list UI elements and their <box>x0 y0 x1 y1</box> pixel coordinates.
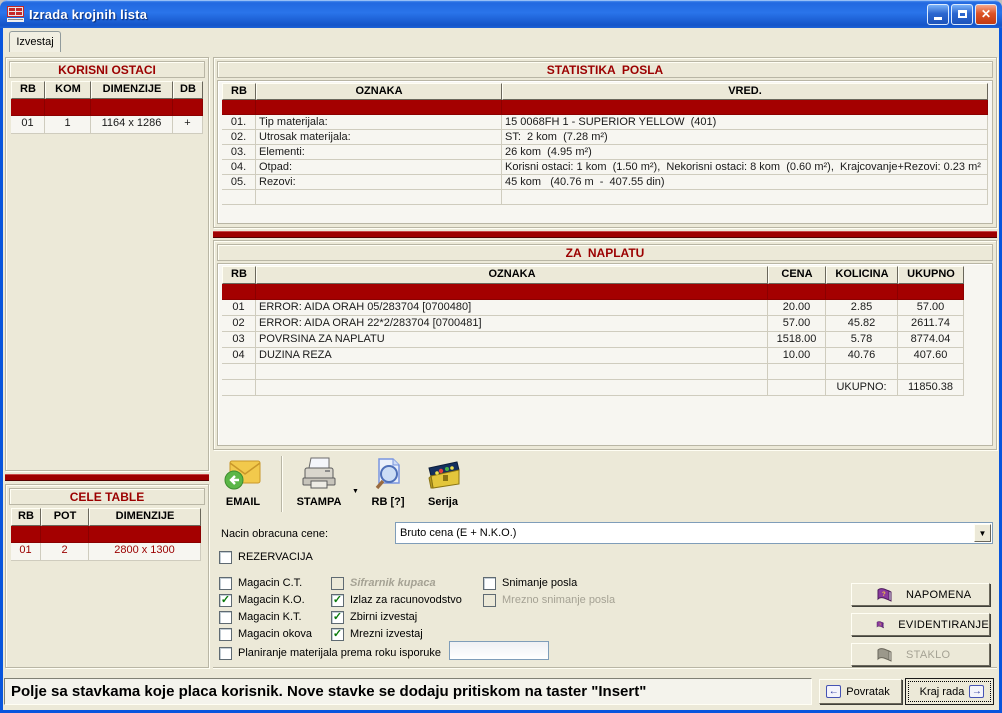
kraj-rada-button[interactable]: Kraj rada <box>905 678 994 705</box>
col-header: POT <box>41 508 89 526</box>
email-button[interactable]: EMAIL <box>217 454 269 514</box>
book-icon: ? <box>876 617 884 632</box>
col-header: KOM <box>45 81 91 99</box>
checkbox-magacin-ko[interactable]: Magacin K.O. <box>219 593 305 607</box>
document-search-icon <box>369 454 407 494</box>
toolbar-separator <box>281 456 283 512</box>
korisni-ostaci-table: RB KOM DIMENZIJE DB 01 1 1164 x 1286 + <box>11 81 203 134</box>
checkbox-mrezno-snimanje-posla[interactable]: Mrezno snimanje posla <box>483 593 615 607</box>
col-header: RB <box>11 81 45 99</box>
separator-bar <box>213 231 997 238</box>
svg-text:?: ? <box>879 622 881 626</box>
checkbox-icon[interactable] <box>331 611 344 624</box>
col-header: RB <box>11 508 41 526</box>
planiranje-date-input[interactable] <box>449 641 549 660</box>
evidentiranje-button[interactable]: ? EVIDENTIRANJE <box>851 613 990 636</box>
chevron-down-icon[interactable] <box>974 524 991 542</box>
book-icon: ? <box>876 587 892 602</box>
total-label: UKUPNO: <box>826 380 898 396</box>
divider <box>213 667 997 669</box>
panel-title: STATISTIKA POSLA <box>217 61 993 78</box>
minimize-icon <box>934 17 942 20</box>
book-icon <box>876 647 892 662</box>
tab-label: Izvestaj <box>16 36 53 48</box>
cele-table-table: RB POT DIMENZIJE 01 2 2800 x 1300 <box>11 508 201 561</box>
povratak-button[interactable]: Povratak <box>819 679 902 704</box>
col-header: RB <box>222 83 256 100</box>
checkbox-icon[interactable] <box>483 594 496 607</box>
col-header: OZNAKA <box>256 266 768 284</box>
tab-izvestaj[interactable]: Izvestaj <box>9 31 61 52</box>
checkbox-magacin-okova[interactable]: Magacin okova <box>219 627 312 641</box>
panel-za-naplatu: ZA NAPLATU RB OZNAKA CENA KOLICINA UKUPN… <box>213 240 997 450</box>
col-header: DIMENZIJE <box>91 81 173 99</box>
col-header: UKUPNO <box>898 266 964 284</box>
pricing-value: Bruto cena (E + N.K.O.) <box>396 527 973 539</box>
col-header: OZNAKA <box>256 83 502 100</box>
stampa-dropdown-arrow-icon[interactable] <box>352 480 359 498</box>
col-header: DIMENZIJE <box>89 508 201 526</box>
app-window: Izrada krojnih lista Izvestaj KORISNI OS… <box>0 0 1002 713</box>
col-header: RB <box>222 266 256 284</box>
col-header: DB <box>173 81 203 99</box>
checkbox-icon[interactable] <box>483 577 496 590</box>
checkbox-icon[interactable] <box>219 551 232 564</box>
checkbox-izlaz-za-racunovodstvo[interactable]: Izlaz za racunovodstvo <box>331 593 462 607</box>
status-bar: Polje sa stavkama koje placa korisnik. N… <box>4 678 812 705</box>
col-header: CENA <box>768 266 826 284</box>
checkbox-planiranje-materijala[interactable]: Planiranje materijala prema roku isporuk… <box>219 646 441 660</box>
checkbox-icon[interactable] <box>219 628 232 641</box>
rb-button[interactable]: RB [?] <box>363 454 413 514</box>
checkbox-rezervacija[interactable]: REZERVACIJA <box>219 550 313 564</box>
svg-text:?: ? <box>882 592 886 598</box>
za-naplatu-table: RB OZNAKA CENA KOLICINA UKUPNO 01 ERROR:… <box>222 266 964 396</box>
checkbox-icon[interactable] <box>219 647 232 660</box>
checkbox-icon[interactable] <box>331 577 344 590</box>
panel-statistika-posla: STATISTIKA POSLA RB OZNAKA VRED. 01. Tip… <box>213 57 997 228</box>
checkbox-mrezni-izvestaj[interactable]: Mrezni izvestaj <box>331 627 423 641</box>
treasure-chest-icon <box>423 454 463 494</box>
minimize-button[interactable] <box>927 4 949 25</box>
panel-cele-table: CELE TABLE RB POT DIMENZIJE 01 2 2800 x … <box>5 484 209 668</box>
status-text: Polje sa stavkama koje placa korisnik. N… <box>11 683 646 700</box>
stampa-button[interactable]: STAMPA <box>289 454 349 514</box>
panel-title: ZA NAPLATU <box>217 244 993 261</box>
maximize-icon <box>958 10 967 18</box>
checkbox-snimanje-posla[interactable]: Snimanje posla <box>483 576 577 590</box>
statistika-table: RB OZNAKA VRED. 01. Tip materijala: 15 0… <box>222 83 988 205</box>
printer-icon <box>299 454 339 494</box>
checkbox-icon[interactable] <box>331 594 344 607</box>
checkbox-icon[interactable] <box>219 594 232 607</box>
checkbox-sifrarnik-kupaca[interactable]: Sifrarnik kupaca <box>331 576 436 590</box>
arrow-left-icon <box>826 685 841 698</box>
checkbox-magacin-kt[interactable]: Magacin K.T. <box>219 610 302 624</box>
napomena-button[interactable]: ? NAPOMENA <box>851 583 990 606</box>
pricing-label: Nacin obracuna cene: <box>221 528 328 540</box>
page: Izvestaj KORISNI OSTACI RB KOM DIMENZIJE… <box>3 28 999 710</box>
panel-title: KORISNI OSTACI <box>9 61 205 78</box>
titlebar: Izrada krojnih lista <box>0 0 1002 28</box>
checkbox-icon[interactable] <box>219 611 232 624</box>
close-button close-icon[interactable] <box>975 4 997 25</box>
window-title: Izrada krojnih lista <box>29 7 925 22</box>
staklo-button[interactable]: STAKLO <box>851 643 990 666</box>
statistika-body: RB OZNAKA VRED. 01. Tip materijala: 15 0… <box>217 80 993 224</box>
panel-title: CELE TABLE <box>9 488 205 505</box>
za-naplatu-body: RB OZNAKA CENA KOLICINA UKUPNO 01 ERROR:… <box>217 263 993 446</box>
serija-button[interactable]: Serija <box>417 454 469 514</box>
col-header: VRED. <box>502 83 988 100</box>
email-icon <box>224 454 262 494</box>
col-header: KOLICINA <box>826 266 898 284</box>
separator-bar <box>5 474 209 481</box>
maximize-button[interactable] <box>951 4 973 25</box>
app-icon <box>7 6 24 22</box>
checkbox-magacin-ct[interactable]: Magacin C.T. <box>219 576 302 590</box>
panel-korisni-ostaci: KORISNI OSTACI RB KOM DIMENZIJE DB 01 1 … <box>5 57 209 471</box>
total-value: 11850.38 <box>898 380 964 396</box>
checkbox-icon[interactable] <box>219 577 232 590</box>
arrow-right-icon <box>969 685 984 698</box>
checkbox-zbirni-izvestaj[interactable]: Zbirni izvestaj <box>331 610 417 624</box>
pricing-combobox[interactable]: Bruto cena (E + N.K.O.) <box>395 522 993 544</box>
checkbox-icon[interactable] <box>331 628 344 641</box>
